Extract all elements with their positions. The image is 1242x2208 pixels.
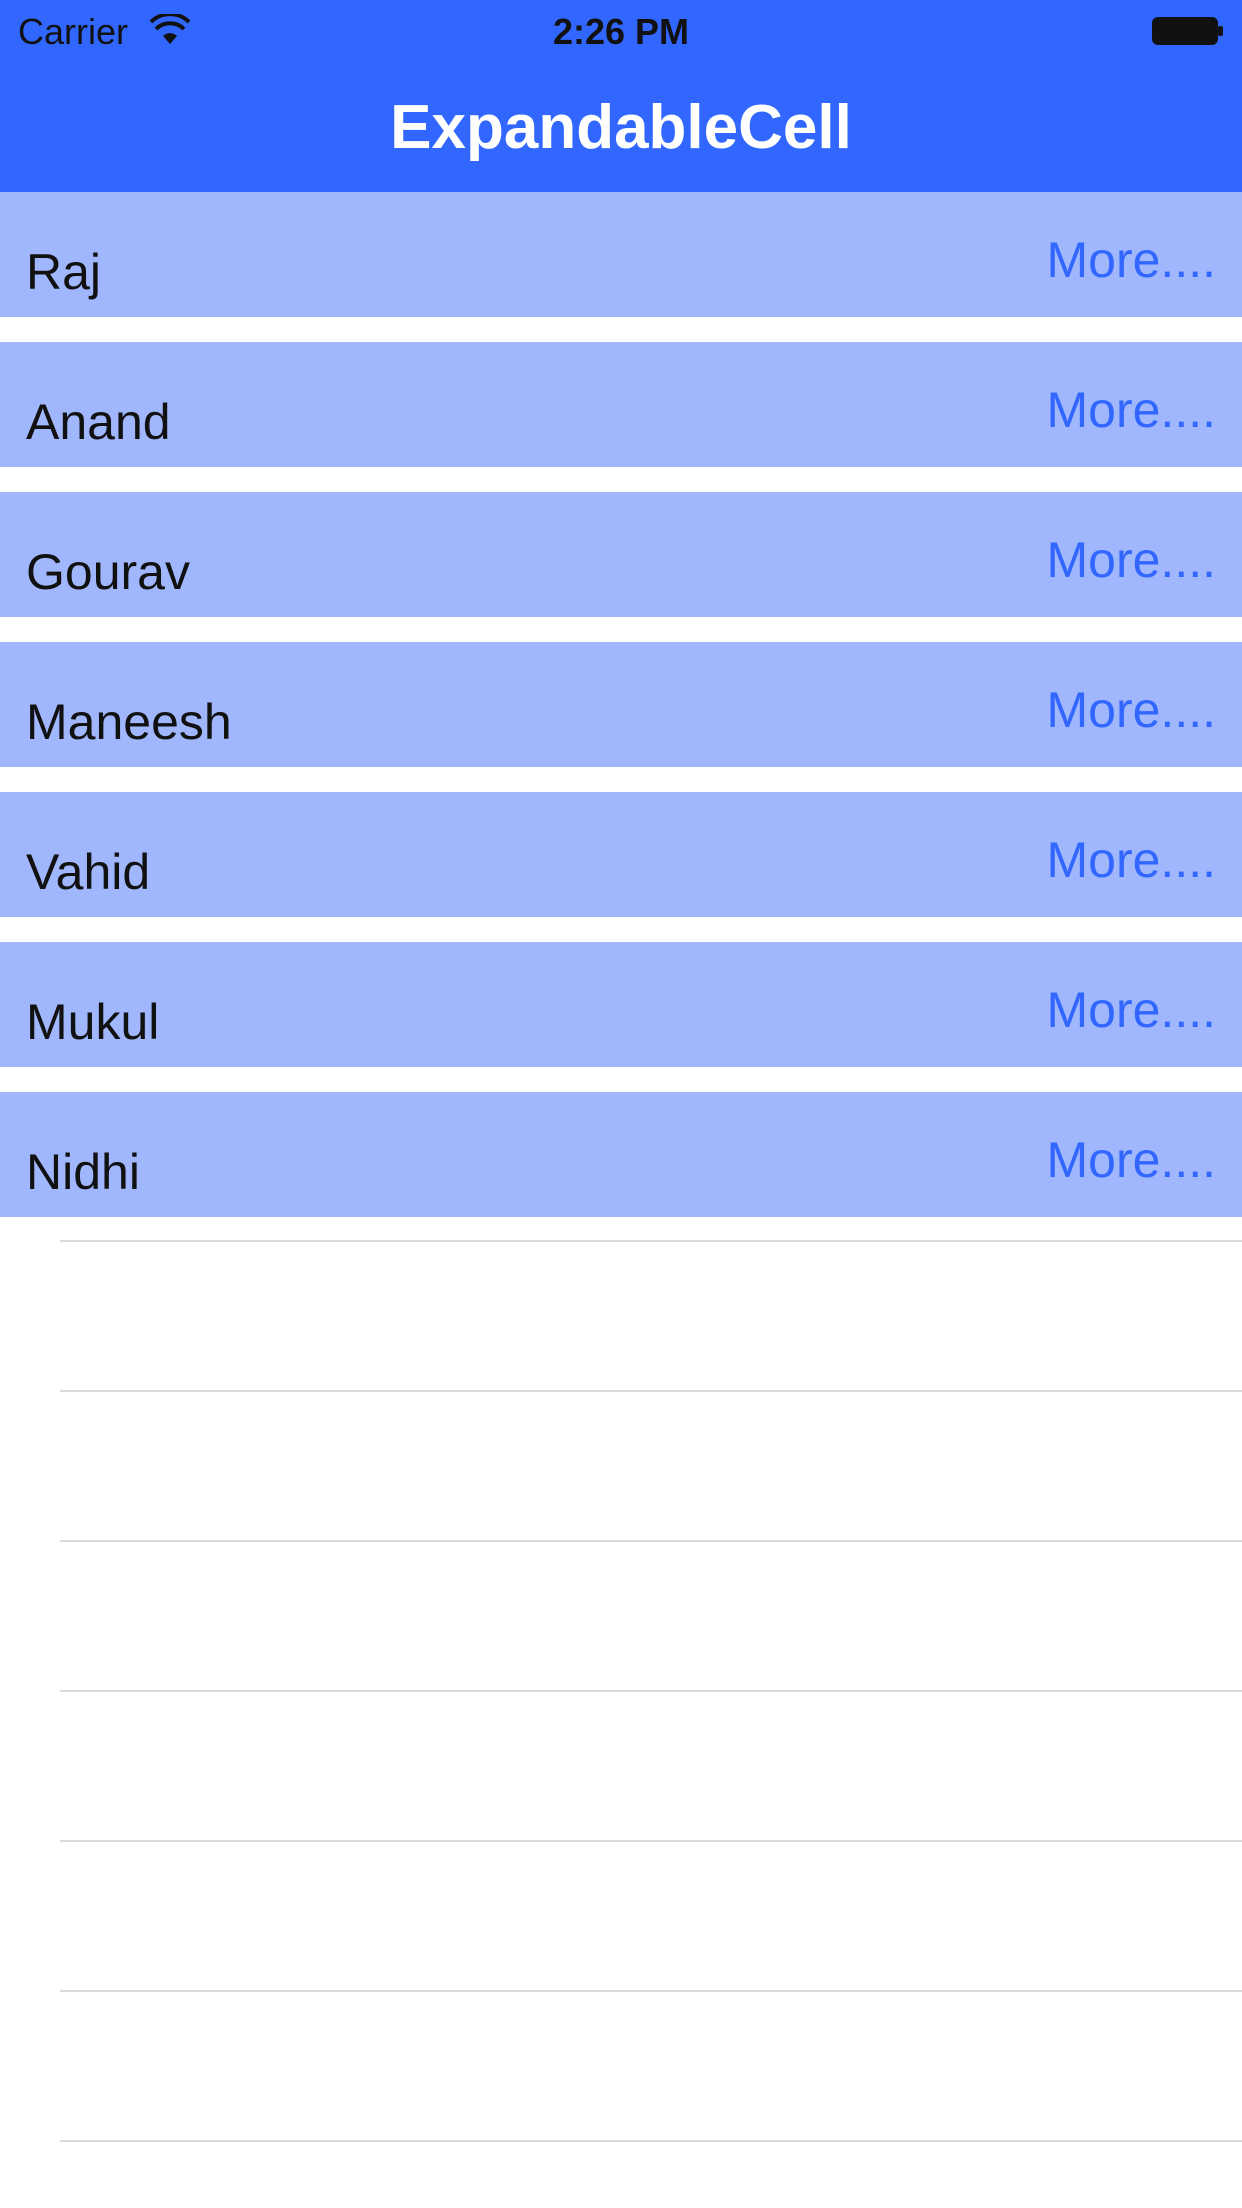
more-button[interactable]: More.... <box>1047 1130 1216 1190</box>
row-name-label: Nidhi <box>26 1144 140 1200</box>
empty-row-separator <box>60 1840 1242 1842</box>
more-button[interactable]: More.... <box>1047 830 1216 890</box>
table-row-maneesh[interactable]: Maneesh More.... <box>0 642 1242 767</box>
empty-row-separator <box>60 1990 1242 1992</box>
empty-row-separator <box>60 1540 1242 1542</box>
table-row-raj[interactable]: Raj More.... <box>0 192 1242 317</box>
table-row-nidhi[interactable]: Nidhi More.... <box>0 1092 1242 1217</box>
table-row-vahid[interactable]: Vahid More.... <box>0 792 1242 917</box>
more-button[interactable]: More.... <box>1047 680 1216 740</box>
empty-row-separator <box>60 1240 1242 1242</box>
status-time: 2:26 PM <box>552 11 690 52</box>
battery-icon <box>1152 17 1223 45</box>
row-name-label: Anand <box>26 394 171 450</box>
row-name-label: Gourav <box>26 544 190 600</box>
status-bar: Carrier 2:26 PM <box>0 0 1242 60</box>
navigation-header: Carrier 2:26 PM ExpandableCell <box>0 0 1242 192</box>
more-button[interactable]: More.... <box>1047 230 1216 290</box>
table-row-gourav[interactable]: Gourav More.... <box>0 492 1242 617</box>
names-table: Raj More.... Anand More.... Gourav More.… <box>0 192 1242 1242</box>
more-button[interactable]: More.... <box>1047 980 1216 1040</box>
page-title: ExpandableCell <box>390 93 852 162</box>
row-name-label: Mukul <box>26 994 160 1050</box>
table-row-mukul[interactable]: Mukul More.... <box>0 942 1242 1067</box>
row-name-label: Vahid <box>26 844 151 900</box>
more-button[interactable]: More.... <box>1047 380 1216 440</box>
empty-row-separator <box>60 1390 1242 1392</box>
more-button[interactable]: More.... <box>1047 530 1216 590</box>
row-name-label: Maneesh <box>26 694 232 750</box>
empty-row-separator <box>60 1690 1242 1692</box>
row-name-label: Raj <box>26 244 102 300</box>
empty-row-separator <box>60 2140 1242 2142</box>
table-row-anand[interactable]: Anand More.... <box>0 342 1242 467</box>
